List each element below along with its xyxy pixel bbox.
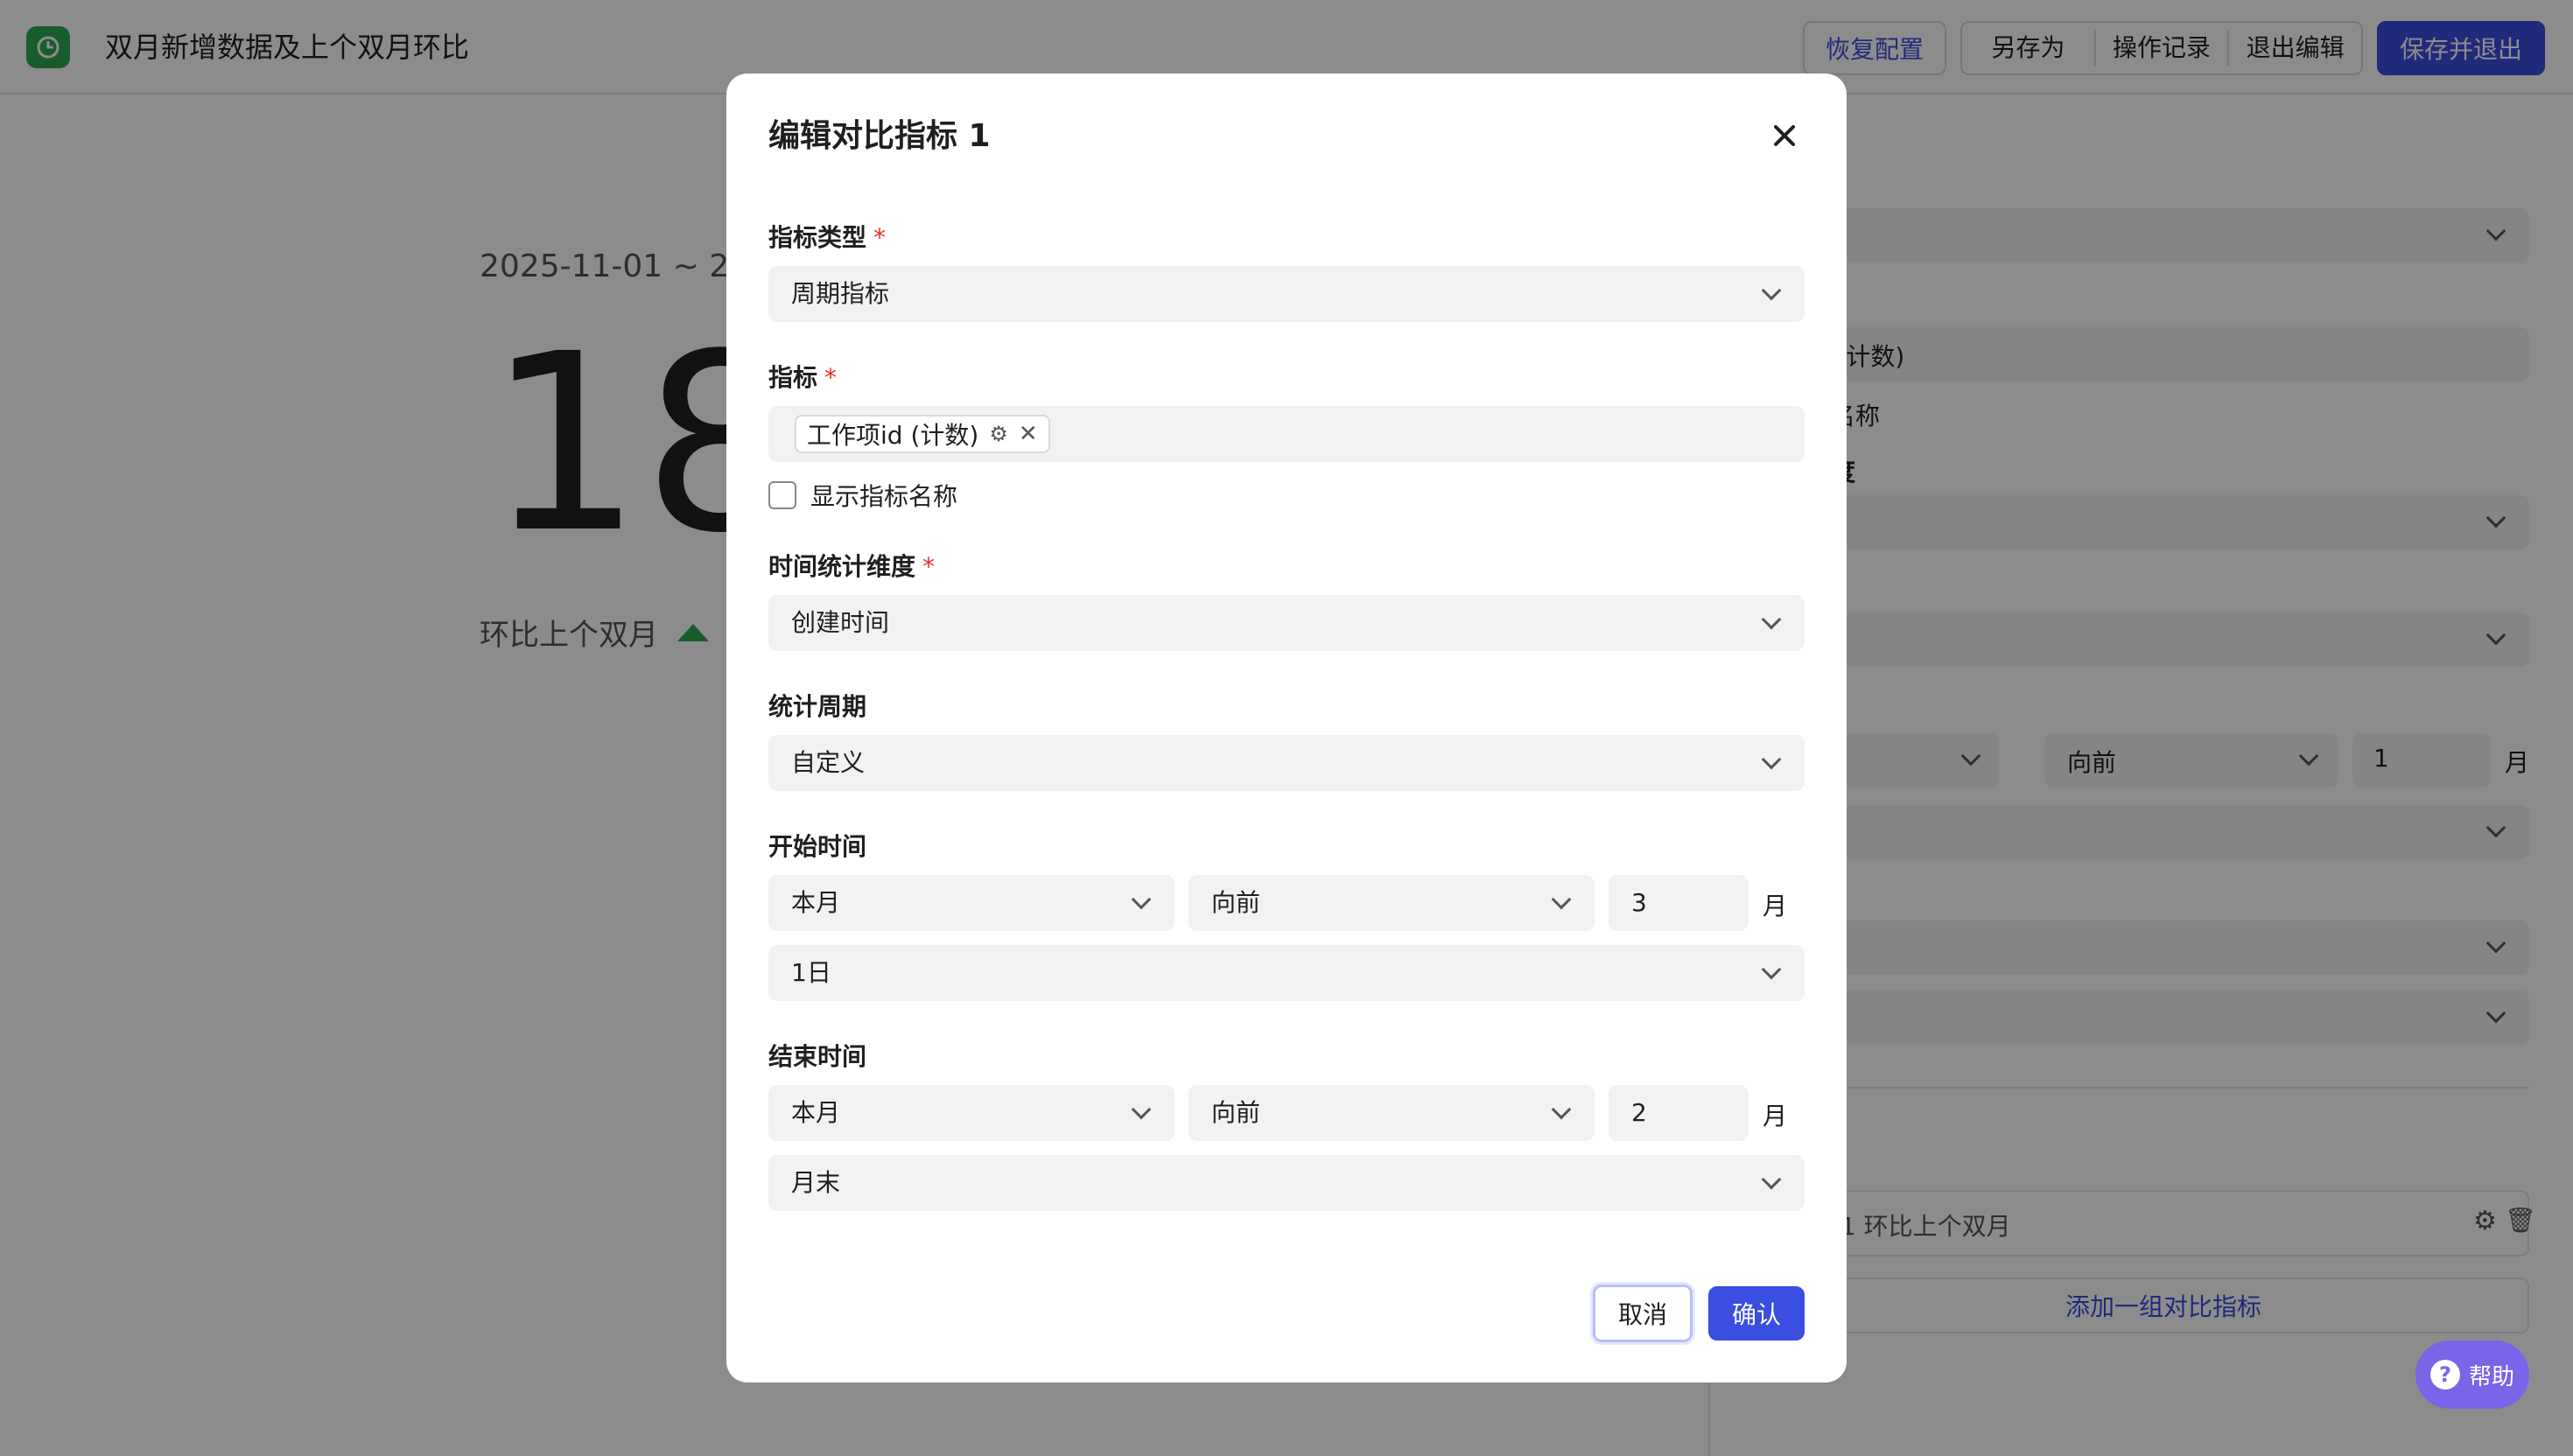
end-day-value: 月末 [791,1168,841,1197]
start-unit: 月 [1763,892,1788,920]
end-base-value: 本月 [791,1098,841,1127]
end-unit: 月 [1763,1102,1788,1130]
chevron-down-icon [1761,1169,1782,1190]
period-select[interactable]: 自定义 [768,735,1805,791]
chevron-down-icon [1761,609,1782,630]
start-direction-select[interactable]: 向前 [1188,875,1595,931]
show-metric-name-label: 显示指标名称 [810,482,958,511]
start-count-value: 3 [1631,888,1647,917]
confirm-button[interactable]: 确认 [1708,1286,1805,1340]
gear-icon[interactable]: ⚙ [989,422,1008,446]
start-time-label: 开始时间 [768,832,867,861]
start-base-value: 本月 [791,888,841,917]
modal-title: 编辑对比指标 1 [768,118,991,154]
edit-compare-metric-modal: 编辑对比指标 1 指标类型 * 周期指标 指标 * 工作项id (计数) ⚙ ✕ 显… [726,74,1847,1382]
period-label: 统计周期 [768,692,867,721]
start-base-select[interactable]: 本月 [768,875,1174,931]
start-direction-value: 向前 [1211,888,1261,917]
metric-type-value: 周期指标 [791,279,890,308]
metric-select[interactable]: 工作项id (计数) ⚙ ✕ [768,406,1805,462]
start-day-value: 1日 [791,958,831,987]
close-icon[interactable] [1771,122,1798,149]
cancel-button[interactable]: 取消 [1593,1284,1693,1342]
remove-tag-icon[interactable]: ✕ [1019,421,1038,447]
question-icon: ? [2429,1360,2460,1390]
end-day-select[interactable]: 月末 [768,1155,1805,1211]
metric-tag: 工作项id (计数) ⚙ ✕ [795,415,1050,453]
help-button[interactable]: ? 帮助 [2415,1340,2529,1409]
metric-label: 指标 * [768,363,838,392]
time-dim-label: 时间统计维度 * [768,552,936,581]
end-time-label: 结束时间 [768,1042,867,1071]
metric-type-select[interactable]: 周期指标 [768,266,1805,322]
show-metric-name-checkbox[interactable] [768,481,796,509]
end-base-select[interactable]: 本月 [768,1085,1174,1141]
chevron-down-icon [1551,1099,1572,1120]
start-day-select[interactable]: 1日 [768,945,1805,1001]
chevron-down-icon [1761,280,1782,301]
help-label: 帮助 [2468,1363,2514,1390]
end-count-value: 2 [1631,1098,1647,1127]
chevron-down-icon [1131,1099,1152,1120]
chevron-down-icon [1761,749,1782,770]
period-value: 自定义 [791,748,866,777]
metric-tag-label: 工作项id (计数) [807,421,979,450]
end-direction-value: 向前 [1211,1098,1261,1127]
show-metric-name-row[interactable]: 显示指标名称 [768,478,957,513]
start-count-input[interactable]: 3 [1609,875,1749,931]
end-count-input[interactable]: 2 [1609,1085,1749,1141]
metric-type-label: 指标类型 * [768,223,887,252]
time-dim-select[interactable]: 创建时间 [768,595,1805,651]
chevron-down-icon [1551,889,1572,910]
chevron-down-icon [1761,959,1782,980]
chevron-down-icon [1131,889,1152,910]
end-direction-select[interactable]: 向前 [1188,1085,1595,1141]
time-dim-value: 创建时间 [791,608,890,637]
